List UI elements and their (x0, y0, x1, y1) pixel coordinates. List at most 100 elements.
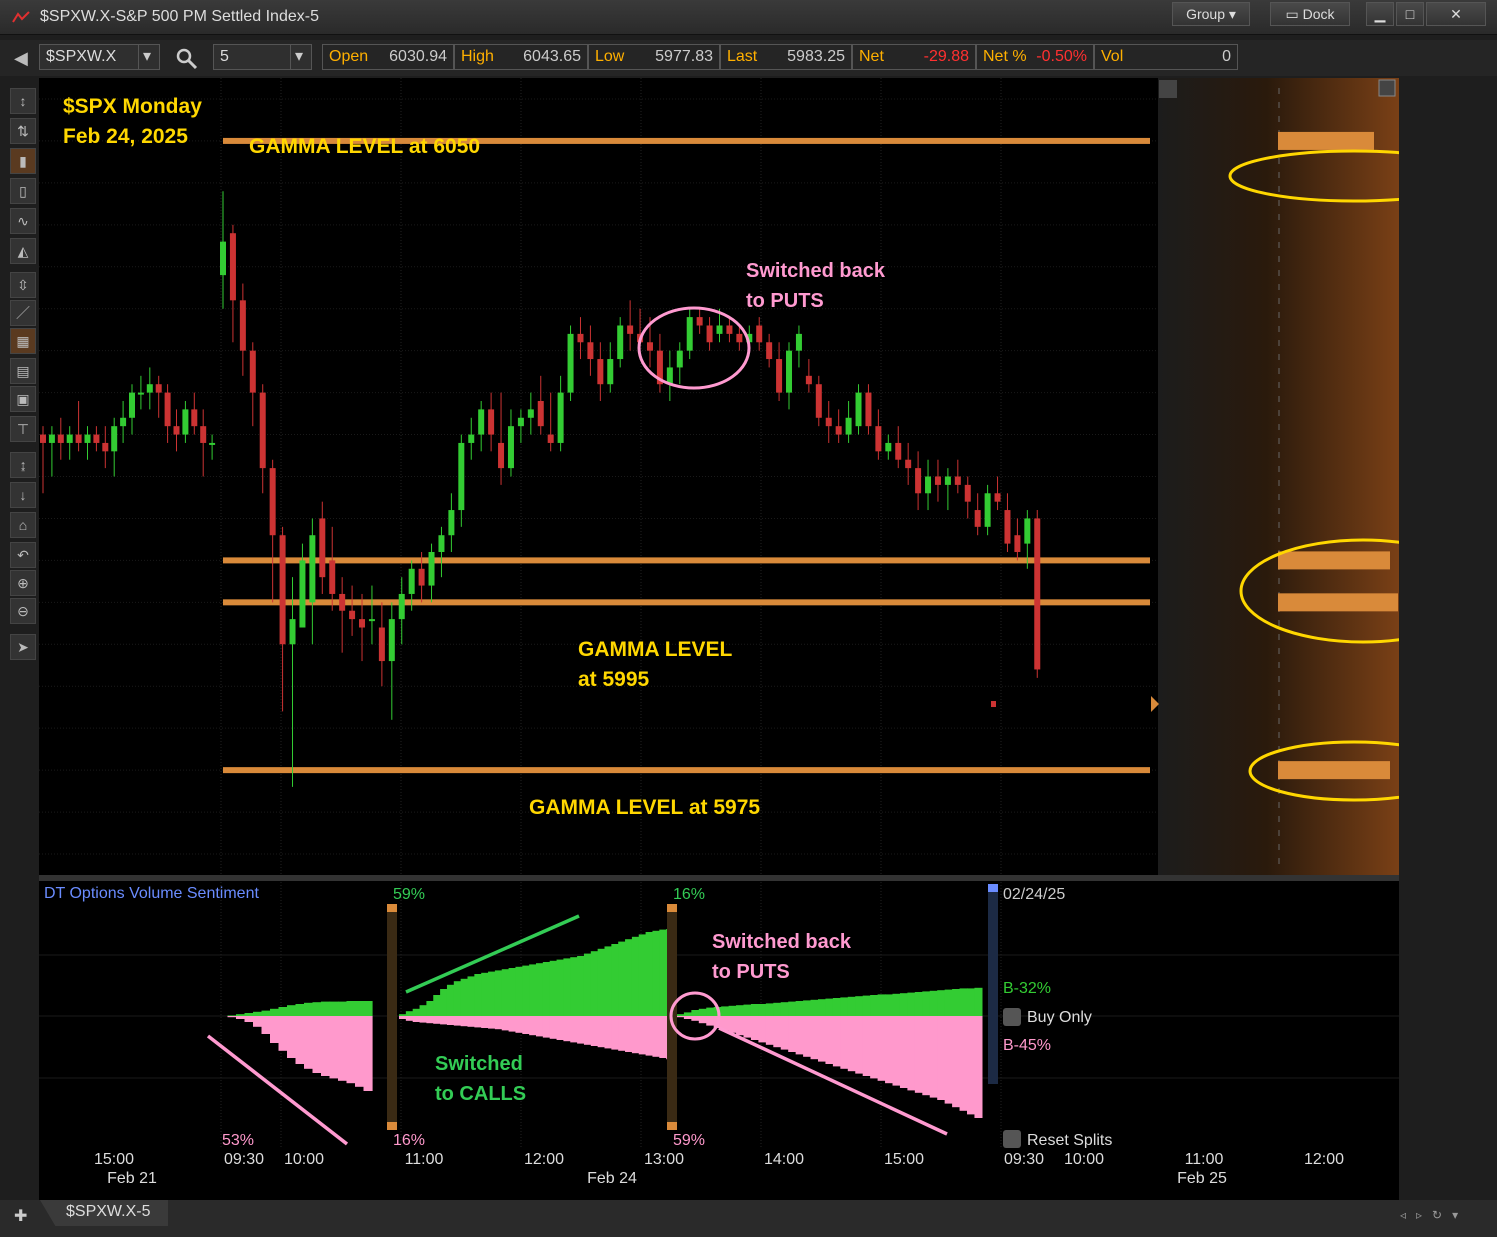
puts-bar (922, 1016, 931, 1096)
symbol-input[interactable]: $SPXW.X ▾ (39, 44, 160, 70)
puts-bar (583, 1016, 592, 1045)
split-marker-cap (667, 904, 677, 912)
cursor-icon[interactable]: ↕ (10, 88, 36, 114)
annotation-gamma-5995-sub: at 5995 (578, 668, 650, 691)
bar-icon[interactable]: ▯ (10, 178, 36, 204)
candle-body (488, 409, 495, 435)
puts-bar (295, 1016, 305, 1064)
calls-bar (501, 969, 510, 1016)
candle-body (825, 417, 832, 427)
close-button[interactable]: ✕ (1426, 2, 1486, 26)
down-icon[interactable]: ↓ (10, 482, 36, 508)
calls-bar (832, 998, 841, 1016)
candle-body (984, 493, 991, 527)
area-icon[interactable]: ◭ (10, 238, 36, 264)
candle-body (146, 384, 153, 393)
calls-bar (236, 1014, 246, 1016)
interval-input[interactable]: 5 ▾ (213, 44, 312, 70)
grid-icon[interactable]: ▦ (10, 328, 36, 354)
puts-bar (244, 1016, 254, 1022)
sentiment-title: DT Options Volume Sentiment (44, 885, 259, 902)
gamma-marker (1278, 551, 1390, 570)
calls-bar (765, 1003, 774, 1016)
candle-body (994, 493, 1001, 502)
calls-bar (590, 951, 599, 1016)
calls-bar (743, 1004, 752, 1016)
x-tick-label: 09:30 (1004, 1151, 1044, 1168)
candle-body (676, 350, 683, 368)
puts-bar (618, 1016, 626, 1051)
candle-body (915, 468, 922, 494)
calls-bar (618, 941, 626, 1016)
candle-icon[interactable]: ▮ (10, 148, 36, 174)
candle-body (209, 442, 216, 445)
calls-bar (563, 958, 571, 1016)
table-icon[interactable]: ▤ (10, 358, 36, 384)
calls-bar (862, 995, 871, 1016)
line-icon[interactable]: ∿ (10, 208, 36, 234)
back-arrow-icon[interactable]: ◀ (14, 48, 28, 69)
calls-bar (467, 976, 475, 1016)
minimize-button[interactable]: ▁ (1366, 2, 1394, 26)
candle-body (279, 535, 286, 645)
candle-body (239, 300, 246, 351)
dock-button[interactable]: ▭ Dock (1270, 2, 1350, 26)
calls-bar (676, 1014, 685, 1016)
puts-bar (474, 1016, 482, 1028)
puts-bar (892, 1016, 901, 1086)
candle-body (319, 518, 326, 578)
scroll-controls[interactable]: ◃▹↻▾ (1400, 1208, 1468, 1222)
undo-icon[interactable]: ↶ (10, 542, 36, 568)
window-titlebar: $SPXW.X-S&P 500 PM Settled Index-5 Group… (0, 0, 1497, 35)
candle-body (905, 459, 912, 469)
chart-area[interactable]: 6055.006050.006045.006040.006035.006030.… (39, 78, 1487, 1200)
calls-bar (899, 993, 908, 1016)
x-tick-label: 15:00 (94, 1151, 134, 1168)
box-icon[interactable]: ▣ (10, 386, 36, 412)
zoom-out-icon[interactable]: ⊖ (10, 598, 36, 624)
candle-body (507, 426, 514, 469)
maximize-button[interactable]: □ (1396, 2, 1424, 26)
quote-value: 0 (1222, 48, 1231, 65)
puts-bar (818, 1016, 827, 1062)
calls-bar (840, 997, 849, 1016)
puts-bar (363, 1016, 373, 1091)
calls-bar (278, 1007, 288, 1016)
candle-body (428, 552, 435, 586)
x-tick-label: 09:30 (224, 1151, 264, 1168)
candle-body (438, 535, 445, 553)
candle-body (57, 434, 64, 443)
calls-bar (758, 1004, 767, 1016)
puts-bar (261, 1016, 271, 1034)
home-icon[interactable]: ⌂ (10, 512, 36, 538)
quote-key: Low (595, 48, 625, 65)
calls-bar (355, 1001, 365, 1016)
pct-label: 59% (393, 886, 425, 903)
move-icon[interactable]: ⇅ (10, 118, 36, 144)
add-tab-icon[interactable]: ✚ (14, 1206, 27, 1226)
puts-bar (750, 1016, 759, 1040)
calls-bar (803, 1000, 812, 1016)
annotation-lower-puts: Switched back (712, 931, 852, 953)
bottom-bar: ✚ ◃▹↻▾ (0, 1200, 1497, 1237)
quote-key: High (461, 48, 494, 65)
tee-icon[interactable]: ⊤ (10, 416, 36, 442)
updown-icon[interactable]: ↨ (10, 452, 36, 478)
search-icon[interactable] (176, 48, 198, 70)
candle-body (617, 325, 624, 360)
candle-body (587, 342, 594, 360)
zoom-in-icon[interactable]: ⊕ (10, 570, 36, 596)
range-icon[interactable]: ⇳ (10, 272, 36, 298)
x-date-label: Feb 25 (1177, 1170, 1227, 1187)
trendline-icon[interactable]: ／ (10, 300, 36, 326)
puts-bar (855, 1016, 864, 1074)
pointer-icon[interactable]: ➤ (10, 634, 36, 660)
puts-bar (907, 1016, 916, 1091)
quote-value: 5983.25 (787, 48, 845, 65)
calls-bar (611, 944, 619, 1016)
group-dropdown[interactable]: Group ▾ (1172, 2, 1250, 26)
candle-body (40, 434, 46, 443)
calls-bar (536, 963, 544, 1016)
split-marker-cap (667, 1122, 677, 1130)
annotation-gamma-5975: GAMMA LEVEL at 5975 (529, 796, 760, 819)
